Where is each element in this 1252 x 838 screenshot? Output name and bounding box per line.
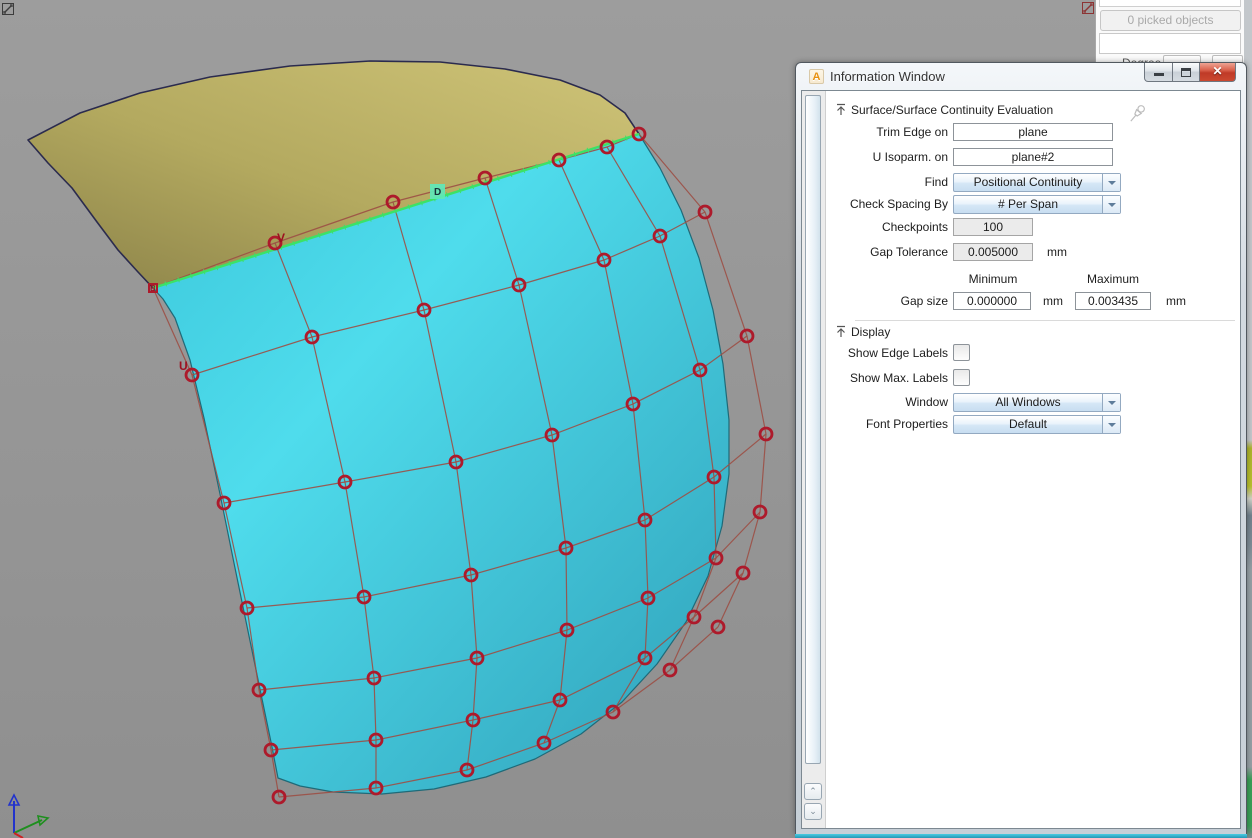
continuity-form: Surface/Surface Continuity Evaluation Tr… xyxy=(827,91,1240,828)
gap-size-label: Gap size xyxy=(827,294,948,308)
show-max-labels-row: Show Max. Labels xyxy=(827,369,1240,389)
check-spacing-label: Check Spacing By xyxy=(827,197,948,211)
show-edge-labels-checkbox[interactable] xyxy=(953,344,970,361)
find-row: Find Positional Continuity xyxy=(827,173,1240,193)
alias-application-screen: BUVD 0 picked objects Degree A xyxy=(0,0,1252,838)
display-header-row: Display xyxy=(827,324,1240,344)
close-icon: ✕ xyxy=(1200,64,1235,78)
viewport-resize-icon-topright[interactable] xyxy=(1082,1,1094,13)
check-spacing-value: # Per Span xyxy=(954,196,1102,213)
show-edge-labels-row: Show Edge Labels xyxy=(827,344,1240,364)
close-button[interactable]: ✕ xyxy=(1200,63,1236,82)
scroll-down-button[interactable]: ⌄ xyxy=(804,803,822,820)
maximum-header: Maximum xyxy=(1075,272,1151,286)
chevron-down-icon xyxy=(1102,196,1120,213)
svg-text:B: B xyxy=(150,284,156,293)
panel-input-field[interactable] xyxy=(1099,33,1241,54)
caption-buttons: ✕ xyxy=(1144,63,1236,82)
maximize-button[interactable] xyxy=(1173,63,1200,82)
checkpoints-field[interactable]: 100 xyxy=(953,218,1033,236)
u-isoparm-field[interactable]: plane#2 xyxy=(953,148,1113,166)
alias-app-icon: A xyxy=(809,69,824,84)
checkpoints-row: Checkpoints 100 xyxy=(827,218,1240,238)
svg-text:V: V xyxy=(277,231,285,245)
minimum-header: Minimum xyxy=(953,272,1033,286)
svg-text:U: U xyxy=(179,359,188,373)
picked-objects-button[interactable]: 0 picked objects xyxy=(1100,10,1241,31)
section-divider xyxy=(855,320,1235,321)
collapse-section-icon[interactable] xyxy=(835,103,847,116)
check-spacing-dropdown[interactable]: # Per Span xyxy=(953,195,1121,214)
trim-edge-label: Trim Edge on xyxy=(827,125,948,139)
font-properties-dropdown[interactable]: Default xyxy=(953,415,1121,434)
font-properties-row: Font Properties Default xyxy=(827,415,1240,435)
minmax-header-row: Minimum Maximum xyxy=(827,270,1240,290)
window-label: Window xyxy=(827,395,948,409)
scrollbar-thumb[interactable] xyxy=(805,95,821,764)
window-dropdown[interactable]: All Windows xyxy=(953,393,1121,412)
window-dropdown-value: All Windows xyxy=(954,394,1102,411)
scrollbar[interactable]: ⌃ ⌄ xyxy=(802,91,826,828)
maximize-icon xyxy=(1181,68,1191,77)
trim-edge-field[interactable]: plane xyxy=(953,123,1113,141)
find-dropdown[interactable]: Positional Continuity xyxy=(953,173,1121,192)
titlebar[interactable]: A Information Window ✕ xyxy=(796,63,1246,90)
find-label: Find xyxy=(827,175,948,189)
u-isoparm-row: U Isoparm. on plane#2 xyxy=(827,148,1240,168)
window-bottom-glow xyxy=(795,834,1247,838)
show-max-labels-label: Show Max. Labels xyxy=(827,371,948,385)
show-edge-labels-label: Show Edge Labels xyxy=(827,346,948,360)
gap-size-row: Gap size 0.000000 mm 0.003435 mm xyxy=(827,292,1240,312)
gap-tolerance-label: Gap Tolerance xyxy=(827,245,948,259)
information-window: A Information Window ✕ ⌃ ⌄ Surface/Surfa… xyxy=(795,62,1247,834)
window-title: Information Window xyxy=(830,69,945,84)
collapse-section-icon[interactable] xyxy=(835,325,847,338)
panel-top-field xyxy=(1099,0,1241,7)
gap-size-max-unit: mm xyxy=(1166,294,1186,308)
window-row: Window All Windows xyxy=(827,393,1240,413)
chevron-down-icon xyxy=(1102,174,1120,191)
check-spacing-row: Check Spacing By # Per Span xyxy=(827,195,1240,215)
gap-tolerance-field[interactable]: 0.005000 xyxy=(953,243,1033,261)
scroll-up-button[interactable]: ⌃ xyxy=(804,783,822,800)
viewport-resize-icon-topleft[interactable] xyxy=(2,2,14,14)
font-properties-label: Font Properties xyxy=(827,417,948,431)
section-header-row: Surface/Surface Continuity Evaluation xyxy=(827,102,1240,122)
font-properties-value: Default xyxy=(954,416,1102,433)
window-content: ⌃ ⌄ Surface/Surface Continuity Evaluatio… xyxy=(801,90,1241,829)
section1-title: Surface/Surface Continuity Evaluation xyxy=(851,103,1053,117)
gap-tolerance-row: Gap Tolerance 0.005000 mm xyxy=(827,243,1240,263)
show-max-labels-checkbox[interactable] xyxy=(953,369,970,386)
minimize-button[interactable] xyxy=(1144,63,1173,82)
minimize-icon xyxy=(1154,73,1164,76)
find-dropdown-value: Positional Continuity xyxy=(954,174,1102,191)
gap-size-min-unit: mm xyxy=(1043,294,1063,308)
gap-tolerance-unit: mm xyxy=(1047,245,1067,259)
checkpoints-label: Checkpoints xyxy=(827,220,948,234)
gap-size-max-field[interactable]: 0.003435 xyxy=(1075,292,1151,310)
chevron-down-icon xyxy=(1102,394,1120,411)
svg-text:D: D xyxy=(434,187,441,198)
trim-edge-row: Trim Edge on plane xyxy=(827,123,1240,143)
chevron-down-icon xyxy=(1102,416,1120,433)
gap-size-min-field[interactable]: 0.000000 xyxy=(953,292,1031,310)
section2-title: Display xyxy=(851,325,890,339)
u-isoparm-label: U Isoparm. on xyxy=(827,150,948,164)
